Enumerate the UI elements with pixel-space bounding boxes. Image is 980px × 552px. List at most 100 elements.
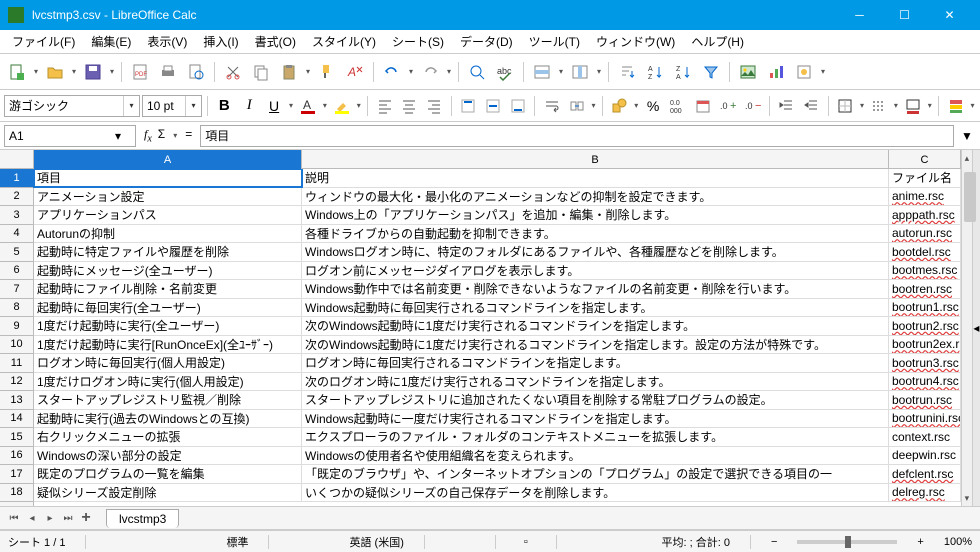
align-center-button[interactable] [398,93,421,119]
minimize-button[interactable]: ─ [837,0,882,30]
currency-dropdown[interactable]: ▾ [633,101,640,110]
cell[interactable]: bootrun3.rsc [889,354,961,372]
row-header-10[interactable]: 10 [0,336,33,355]
sort-asc-button[interactable]: AZ [642,59,668,85]
tab-next-button[interactable]: ▸ [42,510,58,526]
cell[interactable]: bootrun1.rsc [889,299,961,317]
percent-button[interactable]: % [642,93,665,119]
zoom-slider[interactable] [797,540,897,544]
col-dropdown[interactable]: ▾ [595,67,603,76]
tab-first-button[interactable]: ⏮ [6,510,22,526]
row-header-16[interactable]: 16 [0,447,33,466]
cell[interactable]: Windows起動時に毎回実行されるコマンドラインを指定します。 [302,299,889,317]
equals-icon[interactable]: = [185,127,192,144]
sort-desc-button[interactable]: ZA [670,59,696,85]
cell[interactable]: アニメーション設定 [34,188,302,206]
sum-dropdown[interactable]: ▾ [171,127,179,144]
row-header-4[interactable]: 4 [0,225,33,244]
cell[interactable]: bootrun2ex.r [889,336,961,354]
row-button[interactable] [529,59,555,85]
open-button[interactable] [42,59,68,85]
menu-window[interactable]: ウィンドウ(W) [588,33,683,50]
menu-insert[interactable]: 挿入(I) [195,33,246,50]
border-style-dropdown[interactable]: ▾ [892,101,899,110]
cell[interactable]: autorun.rsc [889,225,961,243]
col-header-C[interactable]: C [889,150,961,169]
col-header-A[interactable]: A [34,150,302,169]
cell[interactable]: Windowsの深い部分の設定 [34,447,302,465]
cell[interactable]: 起動時にメッセージ(全ユーザー) [34,262,302,280]
clear-formatting-button[interactable]: A [342,59,368,85]
cell[interactable]: delreg.rsc [889,484,961,502]
zoom-value[interactable]: 100% [944,536,972,548]
cell[interactable]: 「既定のブラウザ」や、インターネットオプションの「プログラム」の設定で選択できる… [302,465,889,483]
row-header-15[interactable]: 15 [0,428,33,447]
paste-dropdown[interactable]: ▾ [304,67,312,76]
row-header-1[interactable]: 1 [0,169,33,188]
font-name-input[interactable] [5,96,123,116]
merge-dropdown[interactable]: ▾ [590,101,597,110]
align-bottom-button[interactable] [506,93,529,119]
cell[interactable]: apppath.rsc [889,206,961,224]
align-left-button[interactable] [373,93,396,119]
export-pdf-button[interactable]: PDF [127,59,153,85]
cell[interactable]: bootrunini.rsc [889,410,961,428]
name-box-dropdown[interactable]: ▾ [115,129,121,143]
cell[interactable]: アプリケーションパス [34,206,302,224]
underline-dropdown[interactable]: ▾ [288,101,295,110]
vertical-scrollbar[interactable]: ▴ ▾ [961,150,972,506]
menu-help[interactable]: ヘルプ(H) [683,33,752,50]
expand-formula-button[interactable]: ▼ [958,127,976,145]
cell[interactable]: anime.rsc [889,188,961,206]
menu-view[interactable]: 表示(V) [139,33,195,50]
find-button[interactable] [464,59,490,85]
cell[interactable]: 次のWindows起動時に1度だけ実行されるコマンドラインを指定します。設定の方… [302,336,889,354]
cell[interactable]: ログオン時に毎回実行されるコマンドラインを指定します。 [302,354,889,372]
cell[interactable]: スタートアップレジストリ監視／削除 [34,391,302,409]
redo-dropdown[interactable]: ▾ [445,67,453,76]
row-header-9[interactable]: 9 [0,317,33,336]
underline-button[interactable]: U [263,93,286,119]
cell[interactable]: スタートアップレジストリに追加されたくない項目を削除する常駐プログラムの設定。 [302,391,889,409]
font-color-dropdown[interactable]: ▾ [321,101,328,110]
col-button[interactable] [567,59,593,85]
insert-image-button[interactable] [735,59,761,85]
cell[interactable]: いくつかの疑似シリーズの自己保存データを削除します。 [302,484,889,502]
currency-button[interactable] [608,93,631,119]
status-lang[interactable]: 英語 (米国) [349,534,403,550]
cell[interactable]: 項目 [34,169,302,187]
cell[interactable]: 起動時に特定ファイルや履歴を削除 [34,243,302,261]
cell[interactable]: bootdel.rsc [889,243,961,261]
cell[interactable]: Windows起動時に一度だけ実行されるコマンドラインを指定します。 [302,410,889,428]
fx-icon[interactable]: fx [144,127,152,144]
border-style-button[interactable] [868,93,891,119]
row-header-5[interactable]: 5 [0,243,33,262]
cell[interactable]: 起動時に実行(過去のWindowsとの互換) [34,410,302,428]
row-header-2[interactable]: 2 [0,188,33,207]
merge-button[interactable] [565,93,588,119]
row-header-13[interactable]: 13 [0,391,33,410]
object-dropdown[interactable]: ▾ [819,67,827,76]
menu-edit[interactable]: 編集(E) [83,33,139,50]
row-header-17[interactable]: 17 [0,465,33,484]
menu-sheet[interactable]: シート(S) [384,33,452,50]
del-decimal-button[interactable]: .0− [741,93,764,119]
print-preview-button[interactable] [183,59,209,85]
cell[interactable]: Autorunの抑制 [34,225,302,243]
autofilter-button[interactable] [698,59,724,85]
align-top-button[interactable] [457,93,480,119]
status-summary[interactable]: 平均: ; 合計: 0 [662,534,730,550]
row-header-12[interactable]: 12 [0,373,33,392]
zoom-out-button[interactable]: − [771,536,777,548]
border-color-dropdown[interactable]: ▾ [926,101,933,110]
formula-input[interactable] [200,125,954,147]
undo-dropdown[interactable]: ▾ [407,67,415,76]
redo-button[interactable] [417,59,443,85]
menu-data[interactable]: データ(D) [452,33,521,50]
menu-format[interactable]: 書式(O) [247,33,304,50]
spellcheck-button[interactable]: abc [492,59,518,85]
cell[interactable]: 説明 [302,169,889,187]
scrollbar-thumb[interactable] [964,172,976,222]
date-button[interactable] [691,93,714,119]
add-sheet-button[interactable]: + [78,510,94,526]
